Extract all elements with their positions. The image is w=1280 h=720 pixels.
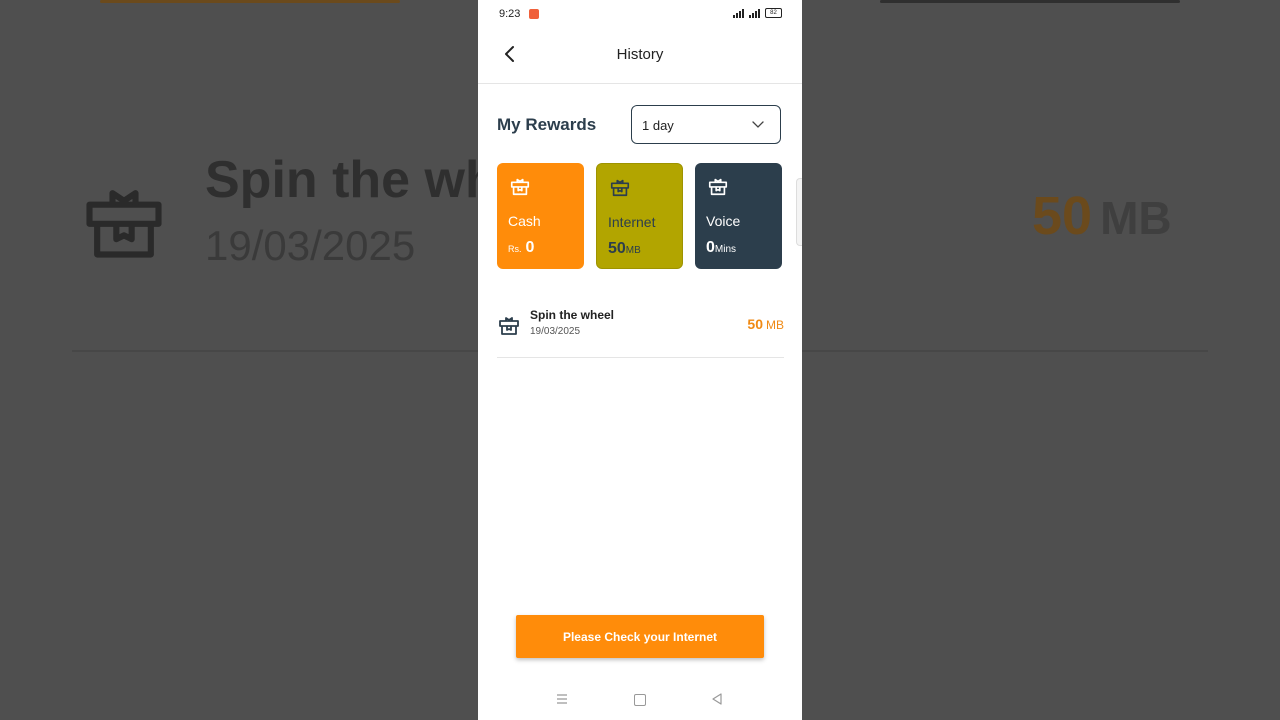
background-amount-value: 50 bbox=[1032, 186, 1093, 246]
status-indicators: 82 bbox=[733, 8, 782, 18]
page-title: History bbox=[616, 46, 664, 63]
history-row-amount: 50 MB bbox=[747, 316, 784, 332]
reward-card-voice[interactable]: Voice 0Mins bbox=[695, 163, 782, 269]
back-triangle-icon[interactable] bbox=[710, 692, 724, 706]
signal-icon bbox=[749, 8, 760, 18]
background-gift-icon bbox=[86, 190, 162, 258]
signal-icon bbox=[733, 8, 744, 18]
reward-card-value: 0Mins bbox=[706, 239, 736, 257]
reward-card-label: Internet bbox=[608, 214, 656, 230]
rewards-title: My Rewards bbox=[497, 115, 597, 134]
background-bar bbox=[880, 0, 1180, 3]
history-row-amount-unit: MB bbox=[766, 318, 784, 332]
history-row-title: Spin the wheel bbox=[530, 308, 615, 322]
next-card-peek[interactable] bbox=[796, 178, 802, 246]
menu-icon[interactable] bbox=[556, 693, 568, 705]
system-nav-bar bbox=[478, 684, 802, 720]
reward-card-label: Cash bbox=[508, 213, 541, 229]
reward-card-internet[interactable]: Internet 50MB bbox=[596, 163, 683, 269]
background-date: 19/03/2025 bbox=[205, 222, 416, 269]
background-amount-unit: MB bbox=[1100, 192, 1172, 244]
reward-card-number: 0 bbox=[706, 239, 715, 256]
status-time: 9:23 bbox=[499, 8, 521, 20]
history-row[interactable]: Spin the wheel 19/03/2025 50 MB bbox=[497, 302, 784, 358]
gift-icon bbox=[499, 317, 519, 335]
chevron-down-icon bbox=[752, 121, 764, 128]
reward-card-prefix: Rs. bbox=[508, 244, 522, 254]
reward-card-unit: MB bbox=[625, 245, 641, 256]
gift-icon bbox=[610, 179, 630, 197]
reward-card-cash[interactable]: Cash Rs. 0 bbox=[497, 163, 584, 269]
status-bar: 9:23 82 bbox=[478, 0, 802, 28]
check-internet-button[interactable]: Please Check your Internet bbox=[516, 615, 764, 658]
gift-icon bbox=[708, 178, 728, 196]
reward-card-number: 50 bbox=[608, 240, 626, 257]
history-row-amount-value: 50 bbox=[747, 316, 763, 332]
reward-card-value: 50MB bbox=[608, 240, 641, 258]
background-amount: 50 MB bbox=[1032, 185, 1172, 247]
background-bar bbox=[100, 0, 400, 3]
reward-card-label: Voice bbox=[706, 213, 741, 229]
app-header: History bbox=[478, 28, 802, 84]
background-title: Spin the wh bbox=[205, 151, 480, 209]
period-dropdown-value: 1 day bbox=[642, 118, 674, 133]
reward-card-unit: Mins bbox=[714, 244, 737, 255]
notification-icon bbox=[529, 9, 539, 19]
phone-screen: 9:23 82 History My Rewards 1 day Cash Rs… bbox=[478, 0, 802, 720]
gift-icon bbox=[510, 178, 530, 196]
home-icon[interactable] bbox=[634, 694, 646, 706]
reward-card-number: 0 bbox=[525, 239, 535, 256]
reward-card-value: Rs. 0 bbox=[508, 239, 534, 257]
history-row-date: 19/03/2025 bbox=[530, 326, 581, 337]
battery-icon: 82 bbox=[765, 8, 782, 18]
period-dropdown[interactable]: 1 day bbox=[631, 105, 781, 144]
